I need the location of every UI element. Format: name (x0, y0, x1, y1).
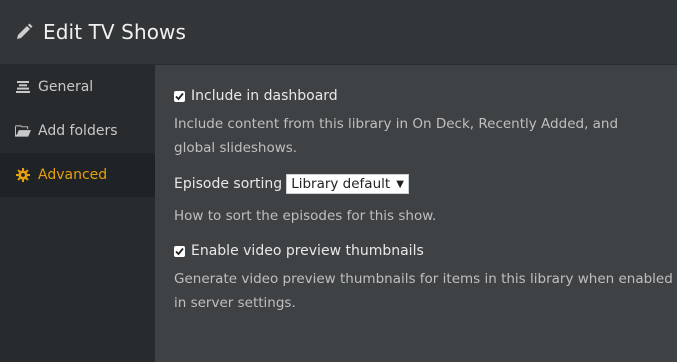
video-preview-help: Generate video preview thumbnails for it… (174, 271, 673, 311)
episode-sorting-row: Episode sorting Library default ▼ (174, 172, 677, 196)
episode-sorting-label: Episode sorting (174, 176, 283, 192)
episode-sorting-select[interactable]: Library default ▼ (286, 174, 409, 194)
include-dashboard-label[interactable]: Include in dashboard (191, 88, 338, 104)
episode-sorting-value: Library default (291, 176, 391, 192)
sidebar-item-label: Add folders (38, 123, 118, 139)
caret-down-icon: ▼ (396, 178, 404, 190)
video-preview-label[interactable]: Enable video preview thumbnails (191, 243, 424, 259)
list-icon (15, 79, 31, 95)
video-preview-row: Enable video preview thumbnails (174, 240, 677, 262)
gear-icon (15, 167, 31, 183)
episode-sorting-help: How to sort the episodes for this show. (174, 208, 437, 224)
sidebar: General Add folders Advanced (0, 65, 155, 362)
sidebar-item-general[interactable]: General (0, 65, 155, 109)
include-dashboard-checkbox[interactable] (174, 90, 185, 102)
advanced-settings-panel: Include in dashboard Include content fro… (155, 65, 677, 362)
sidebar-item-add-folders[interactable]: Add folders (0, 109, 155, 153)
dialog-title: Edit TV Shows (43, 20, 187, 44)
pencil-icon (14, 22, 34, 42)
dialog-header: Edit TV Shows (0, 0, 677, 65)
include-dashboard-help: Include content from this library in On … (174, 116, 619, 156)
sidebar-item-label: General (38, 79, 94, 95)
folder-icon (15, 123, 31, 139)
include-dashboard-row: Include in dashboard (174, 85, 677, 107)
sidebar-item-advanced[interactable]: Advanced (0, 153, 155, 197)
edit-library-dialog: Edit TV Shows General Add folders Advanc… (0, 0, 677, 362)
video-preview-checkbox[interactable] (174, 245, 185, 257)
sidebar-item-label: Advanced (38, 167, 108, 183)
